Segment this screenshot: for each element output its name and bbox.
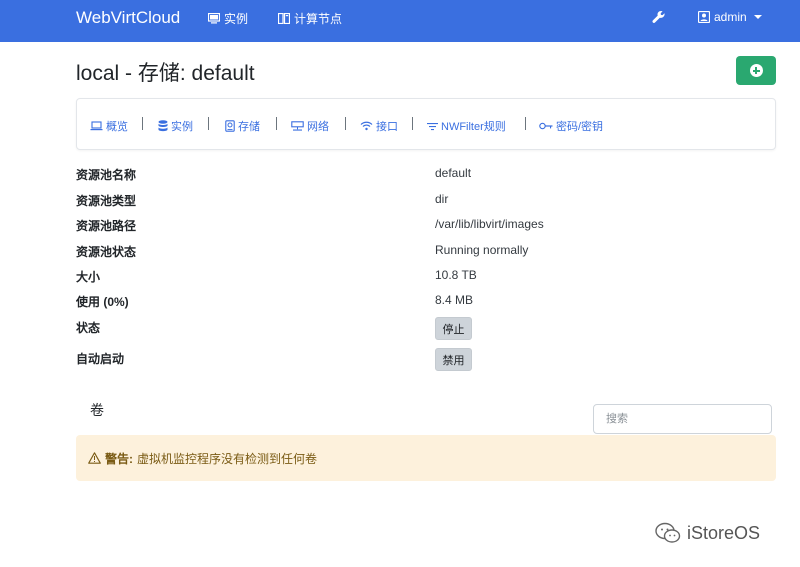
disable-autostart-button[interactable]: 禁用	[435, 348, 472, 371]
hdd-icon	[225, 120, 235, 132]
pool-usage-value: 8.4 MB	[435, 293, 474, 307]
pool-status-value: Running normally	[435, 243, 529, 257]
tab-instances-label: 实例	[171, 121, 193, 133]
nav-compute-nodes-label: 计算节点	[294, 12, 343, 26]
database-icon	[158, 120, 168, 132]
pool-status-label: 资源池状态	[76, 245, 137, 259]
chevron-down-icon	[753, 15, 762, 19]
plus-circle-icon	[749, 64, 763, 77]
warning-strong: 警告:	[105, 451, 133, 466]
pool-size-label: 大小	[76, 270, 101, 284]
tab-instances[interactable]: 实例	[158, 118, 193, 134]
pool-size-value: 10.8 TB	[435, 268, 477, 282]
add-volume-button[interactable]	[736, 56, 776, 85]
nav-compute-nodes[interactable]: 计算节点	[278, 10, 342, 27]
pool-path-value: /var/lib/libvirt/images	[435, 217, 544, 231]
user-icon	[698, 11, 710, 23]
tab-secrets-label: 密码/密钥	[556, 121, 604, 133]
tab-divider	[412, 117, 413, 130]
no-volumes-warning: 警告: 虚拟机监控程序没有检测到任何卷	[76, 435, 776, 481]
tab-overview-label: 概览	[106, 121, 128, 133]
tab-storage-label: 存储	[238, 121, 260, 133]
pool-type-value: dir	[435, 192, 449, 206]
warning-text: 虚拟机监控程序没有检测到任何卷	[137, 451, 318, 466]
laptop-icon	[90, 121, 103, 131]
tab-overview[interactable]: 概览	[90, 118, 128, 134]
brand-logo[interactable]: WebVirtCloud	[76, 8, 180, 28]
tab-storage[interactable]: 存储	[225, 118, 260, 134]
user-name: admin	[714, 10, 747, 24]
wechat-logo-icon	[655, 522, 681, 543]
volume-search-input[interactable]	[593, 404, 772, 434]
tab-divider	[142, 117, 143, 130]
pool-usage-label: 使用 (0%)	[76, 295, 129, 309]
tab-divider	[345, 117, 346, 130]
user-menu[interactable]: admin	[698, 10, 762, 24]
filter-icon	[427, 122, 438, 130]
tab-interfaces[interactable]: 接口	[360, 118, 398, 134]
autostart-label: 自动启动	[76, 352, 125, 366]
settings-wrench-icon[interactable]	[652, 10, 666, 29]
page-title: local - 存储: default	[76, 62, 255, 85]
pool-type-label: 资源池类型	[76, 194, 137, 208]
warning-triangle-icon	[88, 452, 101, 464]
wifi-icon	[360, 121, 373, 131]
tab-interfaces-label: 接口	[376, 121, 398, 133]
monitor-icon	[208, 13, 220, 24]
nav-instances-label: 实例	[224, 12, 249, 26]
watermark: iStoreOS	[655, 522, 760, 544]
tab-nwfilters[interactable]: NWFilter规则	[427, 118, 506, 134]
pool-name-label: 资源池名称	[76, 168, 137, 182]
watermark-text: iStoreOS	[687, 522, 761, 543]
server-icon	[278, 13, 290, 24]
stop-pool-button[interactable]: 停止	[435, 317, 472, 340]
tab-secrets[interactable]: 密码/密钥	[539, 118, 603, 134]
top-navbar: WebVirtCloud 实例 计算节点 admin	[0, 0, 800, 42]
tab-nwfilters-label: NWFilter规则	[441, 121, 506, 133]
tab-divider	[276, 117, 277, 130]
tab-networks-label: 网络	[307, 121, 329, 133]
pool-name-value: default	[435, 166, 472, 180]
storage-tabs: 概览 实例 存储 网络 接口 NWFilter规则 密码/密钥	[76, 98, 776, 150]
pool-path-label: 资源池路径	[76, 219, 137, 233]
tab-divider	[208, 117, 209, 130]
network-icon	[291, 120, 304, 131]
tab-divider	[525, 117, 526, 130]
pool-state-label: 状态	[76, 321, 101, 335]
tab-networks[interactable]: 网络	[291, 118, 329, 134]
volumes-title: 卷	[90, 402, 104, 418]
nav-instances[interactable]: 实例	[208, 10, 248, 27]
key-icon	[539, 122, 553, 130]
